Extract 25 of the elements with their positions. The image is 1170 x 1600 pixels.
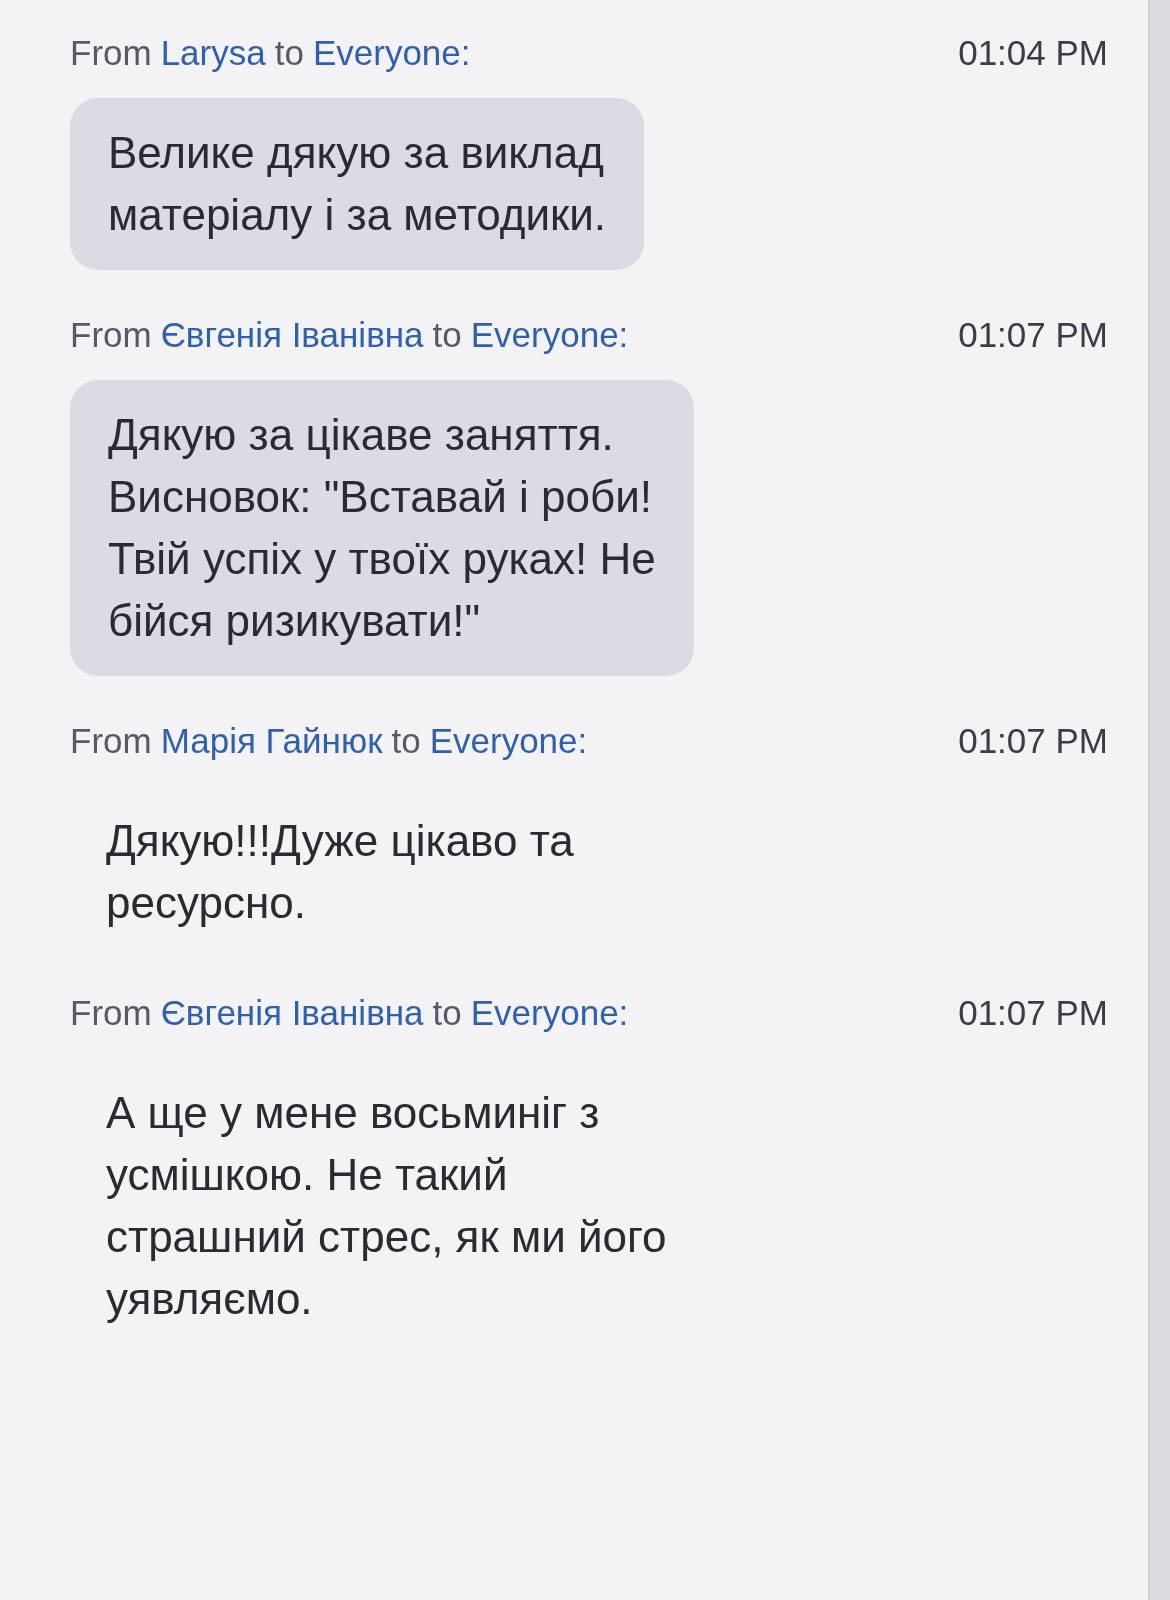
from-label: From [70,314,152,356]
message-text: Дякую за цікаве заняття. Висновок: "Вставай і роби! Твій успіх у твоїх руках! Не бійся ризикувати!" [108,409,656,647]
sender-name: Євгенія Іванівна [160,992,424,1034]
from-label: From [70,32,152,74]
to-label: to [274,32,304,74]
to-label: to [432,992,462,1034]
message-text: Дякую!!!Дуже цікаво та ресурсно. [105,815,575,929]
sender-name: Євгенія Іванівна [160,314,424,356]
message-time: 01:07 PM [958,720,1108,762]
message-time: 01:07 PM [958,314,1108,356]
sender-name: Larysa [160,32,266,74]
from-label: From [70,720,152,762]
recipient-name: Everyone: [470,314,629,356]
to-label: to [391,720,421,762]
from-label: From [70,992,152,1034]
recipient-name: Everyone: [470,992,629,1034]
sender-name: Марія Гайнюк [160,720,383,762]
message-text: А ще у мене восьминіг з усмішкою. Не такий страшний стрес, як ми його уявляємо. [105,1087,668,1325]
message-text: Велике дякую за виклад матеріалу і за методики. [108,127,607,241]
message-time: 01:04 PM [958,32,1108,74]
recipient-name: Everyone: [429,720,588,762]
to-label: to [432,314,462,356]
message-time: 01:07 PM [958,992,1108,1034]
recipient-name: Everyone: [312,32,471,74]
scrollbar[interactable] [1148,0,1170,1600]
